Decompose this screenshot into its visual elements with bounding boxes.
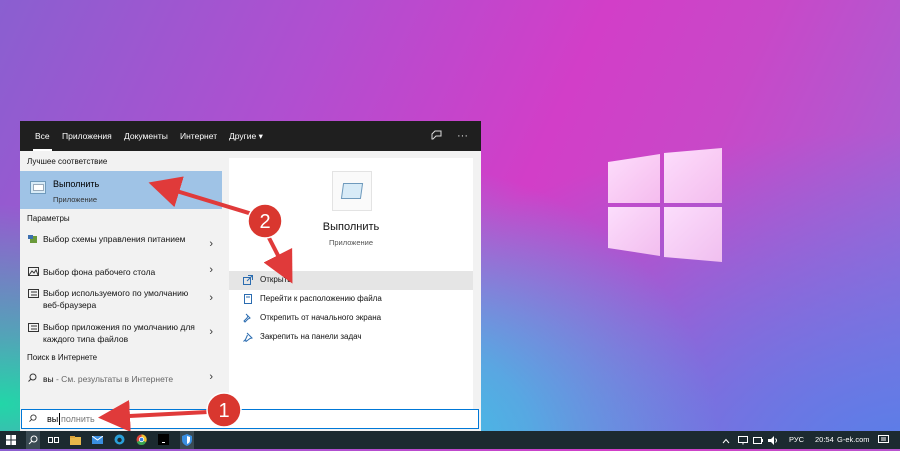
chevron-right-icon: ›	[209, 238, 213, 250]
chevron-right-icon: ›	[209, 292, 213, 304]
pin-icon	[243, 332, 253, 342]
mail-icon[interactable]	[91, 431, 106, 449]
settings-item-label: Выбор схемы управления питанием	[43, 234, 186, 244]
action-unpin-start[interactable]: Открепить от начального экрана	[229, 309, 473, 328]
best-match-subtitle: Приложение	[53, 195, 97, 204]
feedback-icon[interactable]	[431, 121, 442, 151]
search-autocomplete-text: полнить	[61, 414, 95, 424]
settings-item-power[interactable]: Выбор схемы управления питанием ›	[20, 231, 222, 259]
web-search-suffix: - См. результаты в Интернете	[53, 374, 174, 384]
preview-pane: Выполнить Приложение Открыть Перейти к р…	[229, 158, 473, 422]
tab-internet[interactable]: Интернет	[180, 121, 217, 151]
chrome-icon[interactable]	[136, 431, 150, 449]
settings-item-label: Выбор фона рабочего стола	[43, 267, 156, 277]
action-label: Открыть	[260, 275, 292, 284]
picture-icon	[28, 267, 39, 276]
settings-item-browser[interactable]: Выбор используемого по умолчанию веб-бра…	[20, 285, 222, 313]
chevron-right-icon: ›	[209, 326, 213, 338]
windows-logo-wallpaper	[608, 148, 722, 262]
terminal-icon[interactable]	[158, 431, 172, 449]
action-label: Перейти к расположению файла	[260, 294, 382, 303]
web-search-heading: Поиск в Интернете	[27, 353, 98, 362]
action-open[interactable]: Открыть	[229, 271, 473, 290]
list-icon	[28, 323, 39, 332]
defender-icon[interactable]	[180, 431, 194, 449]
open-icon	[243, 275, 253, 285]
settings-item-wallpaper[interactable]: Выбор фона рабочего стола ›	[20, 264, 222, 280]
power-icon	[28, 235, 37, 243]
action-pin-taskbar[interactable]: Закрепить на панели задач	[229, 328, 473, 347]
web-search-query: вы	[43, 374, 54, 384]
preview-app-name: Выполнить	[322, 221, 380, 233]
chevron-right-icon: ›	[209, 371, 213, 383]
search-tabs: Все Приложения Документы Интернет Другие…	[20, 121, 481, 151]
task-view-icon[interactable]	[48, 431, 62, 449]
chevron-right-icon: ›	[209, 264, 213, 276]
chevron-up-icon[interactable]	[722, 431, 732, 449]
list-icon	[28, 289, 39, 298]
explorer-icon[interactable]	[70, 431, 84, 449]
settings-heading: Параметры	[27, 214, 70, 223]
results-list: Лучшее соответствие Выполнить Приложение…	[20, 151, 222, 409]
best-match-title: Выполнить	[53, 179, 100, 189]
tab-more[interactable]: Другие ▾	[229, 121, 263, 151]
search-icon[interactable]	[26, 431, 40, 449]
search-panel: Все Приложения Документы Интернет Другие…	[20, 121, 481, 431]
unpin-icon	[243, 313, 251, 323]
clock-time[interactable]: 20:54	[815, 435, 834, 444]
search-typed-text: вы	[47, 414, 59, 424]
edge-icon[interactable]	[114, 431, 128, 449]
action-label: Открепить от начального экрана	[260, 313, 382, 322]
best-match-item[interactable]: Выполнить Приложение	[20, 171, 222, 209]
best-match-heading: Лучшее соответствие	[27, 157, 108, 166]
search-icon	[29, 414, 37, 422]
battery-icon[interactable]	[753, 431, 763, 449]
taskbar: РУС 20:54 G-ek.com	[0, 431, 900, 449]
search-icon	[28, 373, 37, 382]
network-icon[interactable]	[738, 431, 748, 449]
search-input[interactable]: вы полнить	[21, 409, 479, 429]
tab-all[interactable]: Все	[33, 121, 52, 151]
action-open-location[interactable]: Перейти к расположению файла	[229, 290, 473, 309]
watermark-text: G-ek.com	[837, 435, 870, 444]
notifications-icon[interactable]	[878, 431, 890, 449]
volume-icon[interactable]	[768, 431, 778, 449]
run-app-icon	[340, 183, 364, 199]
settings-item-file-types[interactable]: Выбор приложения по умолчанию для каждог…	[20, 319, 222, 347]
tab-documents[interactable]: Документы	[124, 121, 168, 151]
folder-location-icon	[244, 294, 252, 304]
run-app-icon	[30, 181, 46, 194]
action-label: Закрепить на панели задач	[260, 332, 362, 341]
more-icon[interactable]: ···	[457, 121, 468, 151]
language-indicator[interactable]: РУС	[789, 435, 804, 444]
tab-apps[interactable]: Приложения	[62, 121, 112, 151]
text-caret	[59, 413, 60, 425]
settings-item-label: Выбор используемого по умолчанию веб-бра…	[43, 288, 189, 310]
settings-item-label: Выбор приложения по умолчанию для каждог…	[43, 322, 195, 344]
windows-start-icon[interactable]	[6, 431, 20, 449]
preview-app-type: Приложение	[329, 238, 373, 247]
app-tile	[332, 171, 372, 211]
web-search-item[interactable]: вы - См. результаты в Интернете ›	[20, 370, 222, 388]
